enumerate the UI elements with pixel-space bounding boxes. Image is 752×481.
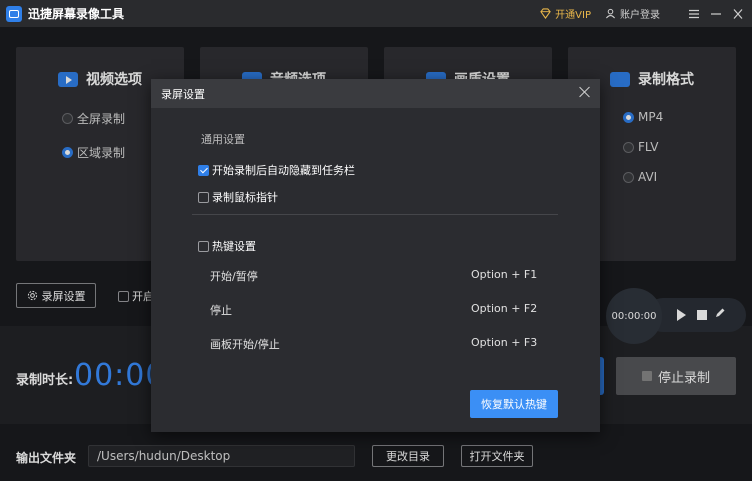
- account-login-button[interactable]: 账户登录: [605, 6, 660, 21]
- title-bar-actions: 开通VIP 账户登录: [540, 0, 744, 27]
- menu-icon[interactable]: [688, 9, 700, 19]
- hotkey-key[interactable]: Option + F3: [471, 336, 537, 349]
- hotkey-action: 画板开始/停止: [210, 338, 280, 351]
- app-title: 迅捷屏幕录像工具: [28, 7, 125, 21]
- app-logo-icon: [6, 5, 22, 22]
- diamond-icon: [540, 8, 551, 19]
- reset-hotkeys-button[interactable]: 恢复默认热键: [470, 390, 558, 418]
- hotkey-key[interactable]: Option + F1: [471, 268, 537, 281]
- title-bar: 迅捷屏幕录像工具 开通VIP 账户登录: [0, 0, 752, 27]
- window-controls: [688, 8, 744, 19]
- hotkey-key[interactable]: Option + F2: [471, 302, 537, 315]
- checkbox[interactable]: [198, 240, 209, 252]
- dialog-header: 录屏设置: [151, 79, 600, 108]
- hotkey-settings-label: 热键设置: [212, 240, 256, 253]
- dialog-close-icon[interactable]: [578, 85, 592, 99]
- close-icon[interactable]: [732, 8, 744, 19]
- user-icon: [605, 8, 616, 19]
- record-cursor-option[interactable]: 录制鼠标指针: [198, 189, 278, 205]
- hotkey-settings-option[interactable]: 热键设置: [198, 238, 256, 254]
- checkbox[interactable]: [198, 191, 209, 203]
- auto-hide-option[interactable]: 开始录制后自动隐藏到任务栏: [198, 162, 355, 178]
- screen-settings-dialog: 录屏设置 通用设置 开始录制后自动隐藏到任务栏 录制鼠标指针 热键设置 开始/暂…: [151, 79, 600, 432]
- section-divider: [192, 214, 558, 215]
- hotkey-action: 开始/暂停: [210, 270, 258, 283]
- auto-hide-label: 开始录制后自动隐藏到任务栏: [212, 164, 355, 177]
- general-settings-heading: 通用设置: [201, 133, 245, 146]
- hotkey-action: 停止: [210, 304, 232, 317]
- checkbox-checked[interactable]: [198, 164, 209, 176]
- account-label: 账户登录: [620, 10, 660, 21]
- vip-button[interactable]: 开通VIP: [540, 6, 591, 21]
- dialog-title: 录屏设置: [161, 87, 205, 101]
- record-cursor-label: 录制鼠标指针: [212, 191, 278, 204]
- vip-label: 开通VIP: [555, 10, 591, 21]
- minimize-icon[interactable]: [710, 9, 722, 19]
